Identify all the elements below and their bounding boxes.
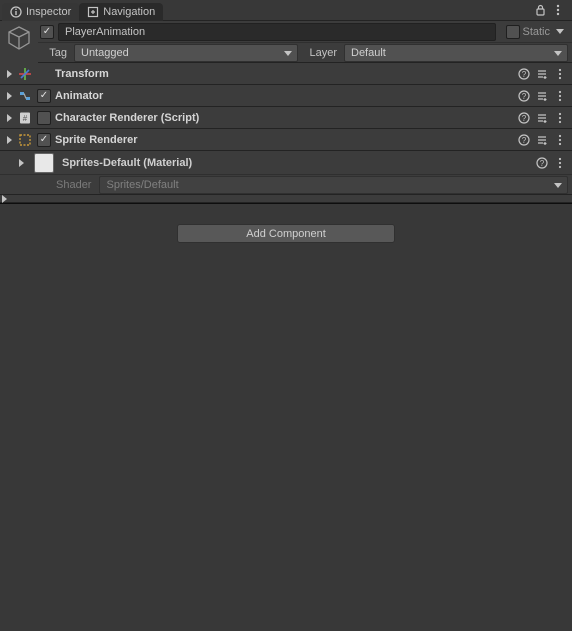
foldout-toggle[interactable]: [4, 70, 14, 78]
component-header[interactable]: # Character Renderer (Script) ?: [0, 107, 572, 129]
help-button[interactable]: ?: [534, 155, 550, 171]
tab-navigation[interactable]: Navigation: [79, 3, 163, 21]
layer-label: Layer: [302, 47, 340, 59]
svg-text:?: ?: [522, 70, 527, 79]
component-enable-checkbox[interactable]: [37, 111, 51, 125]
transform-icon: [17, 66, 33, 82]
component-enable-checkbox[interactable]: [37, 89, 51, 103]
layer-dropdown[interactable]: Default: [344, 44, 568, 62]
material-thumbnail: [34, 153, 54, 173]
active-checkbox[interactable]: [40, 25, 54, 39]
context-menu-button[interactable]: [552, 110, 568, 126]
help-button[interactable]: ?: [516, 110, 532, 126]
preset-button[interactable]: [534, 110, 550, 126]
help-button[interactable]: ?: [516, 66, 532, 82]
chevron-right-icon: [7, 92, 12, 100]
component-title: Sprite Renderer: [55, 134, 513, 146]
script-icon: #: [17, 110, 33, 126]
gameobject-name-field[interactable]: PlayerAnimation: [58, 23, 496, 41]
gameobject-name-text: PlayerAnimation: [65, 26, 145, 38]
tab-label: Navigation: [103, 6, 155, 18]
preset-button[interactable]: [534, 66, 550, 82]
static-label: Static: [522, 26, 550, 38]
animator-icon: [17, 88, 33, 104]
tab-bar: Inspector Navigation: [0, 0, 572, 21]
gameobject-icon[interactable]: [0, 21, 38, 61]
chevron-right-icon: [7, 136, 12, 144]
component-header[interactable]: Sprite Renderer ?: [0, 129, 572, 151]
add-component-label: Add Component: [246, 228, 326, 240]
context-menu-button[interactable]: [552, 132, 568, 148]
chevron-right-icon: [7, 114, 12, 122]
component-title: Animator: [55, 90, 513, 102]
help-button[interactable]: ?: [516, 88, 532, 104]
foldout-toggle[interactable]: [16, 159, 26, 167]
foldout-toggle[interactable]: [4, 114, 14, 122]
component-title: Transform: [55, 68, 513, 80]
static-dropdown-button[interactable]: [552, 24, 568, 40]
material-header[interactable]: Sprites-Default (Material) ?: [0, 151, 572, 175]
component-title: Character Renderer (Script): [55, 112, 513, 124]
component-enable-checkbox[interactable]: [37, 133, 51, 147]
svg-text:#: #: [23, 114, 28, 123]
add-component-button[interactable]: Add Component: [177, 224, 395, 243]
shader-dropdown[interactable]: Sprites/Default: [99, 176, 568, 194]
tab-label: Inspector: [26, 6, 71, 18]
tab-inspector[interactable]: Inspector: [2, 3, 79, 21]
context-menu-button[interactable]: [550, 2, 566, 18]
help-button[interactable]: ?: [516, 132, 532, 148]
foldout-toggle[interactable]: [4, 92, 14, 100]
lock-button[interactable]: [532, 2, 548, 18]
shader-row: Shader Sprites/Default: [0, 175, 572, 195]
static-checkbox[interactable]: [506, 25, 520, 39]
tag-value: Untagged: [81, 47, 129, 59]
foldout-toggle[interactable]: [4, 136, 14, 144]
navigation-icon: [87, 6, 99, 18]
preset-button[interactable]: [534, 88, 550, 104]
tag-dropdown[interactable]: Untagged: [74, 44, 298, 62]
context-menu-button[interactable]: [552, 66, 568, 82]
empty-area: Add Component: [0, 204, 572, 609]
layer-value: Default: [351, 47, 386, 59]
shader-value: Sprites/Default: [106, 179, 178, 191]
svg-text:?: ?: [522, 92, 527, 101]
chevron-right-icon: [2, 195, 7, 203]
chevron-right-icon: [7, 70, 12, 78]
component-header[interactable]: Transform ?: [0, 63, 572, 85]
tag-label: Tag: [42, 47, 70, 59]
preset-button[interactable]: [534, 132, 550, 148]
material-name: Sprites-Default (Material): [62, 157, 526, 169]
svg-text:?: ?: [522, 136, 527, 145]
component-header[interactable]: Animator ?: [0, 85, 572, 107]
info-icon: [10, 6, 22, 18]
sprite-icon: [17, 132, 33, 148]
context-menu-button[interactable]: [552, 155, 568, 171]
context-menu-button[interactable]: [552, 88, 568, 104]
svg-text:?: ?: [522, 114, 527, 123]
shader-label: Shader: [56, 179, 91, 191]
preview-foldout[interactable]: [0, 195, 572, 203]
svg-text:?: ?: [540, 159, 545, 168]
